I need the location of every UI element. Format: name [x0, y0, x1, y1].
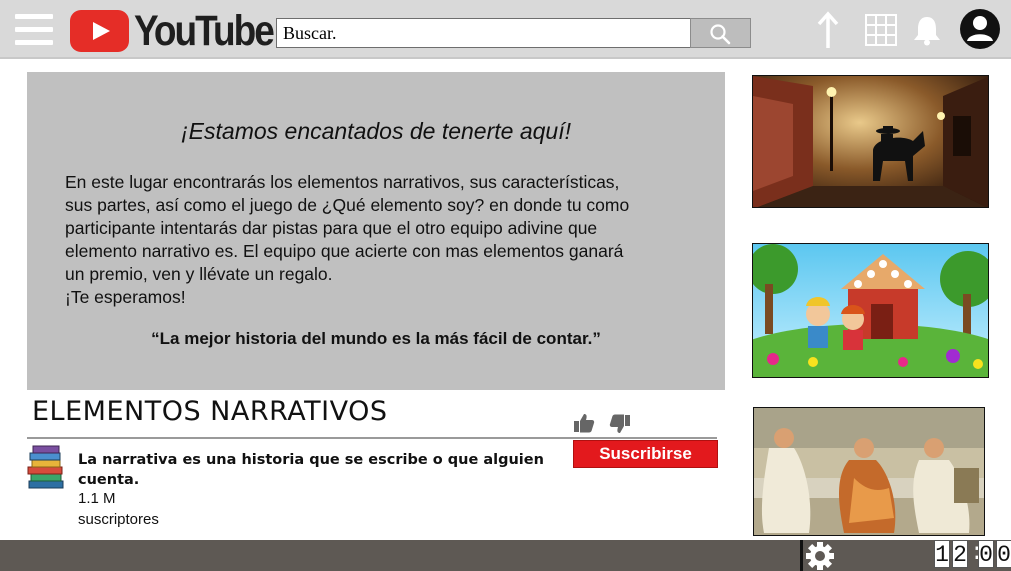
- upload-arrow-icon[interactable]: [813, 10, 843, 50]
- search-input[interactable]: [276, 18, 691, 48]
- apps-grid-icon[interactable]: [865, 14, 897, 46]
- clock: 1 2 : 0 0: [934, 540, 1011, 569]
- books-icon[interactable]: [25, 444, 67, 490]
- bottom-separator: [800, 540, 803, 571]
- logo-text: YouTube: [134, 6, 275, 55]
- banner-title: ¡Estamos encantados de tenerte aquí!: [181, 118, 571, 144]
- youtube-logo[interactable]: YouTube: [70, 6, 275, 55]
- banner-line: ¡Te esperamos!: [65, 287, 186, 307]
- bottom-bar: [0, 540, 1011, 571]
- banner-line: En este lugar encontrarás los elementos …: [65, 172, 620, 192]
- clock-digit: 0: [978, 540, 994, 568]
- thumbnail-gingerbread-house[interactable]: [752, 243, 989, 378]
- thumbnail-night-rider[interactable]: [752, 75, 989, 208]
- bell-icon[interactable]: [912, 14, 942, 46]
- banner-line: participante intentarás dar pistas para …: [65, 218, 598, 238]
- banner-body: En este lugar encontrarás los elementos …: [65, 171, 685, 309]
- banner-line: sus partes, así como el juego de ¿Qué el…: [65, 195, 630, 215]
- video-title: ELEMENTOS NARRATIVOS: [32, 396, 388, 427]
- play-logo-icon: [70, 10, 129, 52]
- welcome-banner: ¡Estamos encantados de tenerte aquí! En …: [27, 72, 725, 390]
- menu-icon[interactable]: [15, 14, 53, 46]
- subscribe-button[interactable]: Suscribirse: [573, 440, 718, 468]
- banner-line: un premio, ven y llévate un regalo.: [65, 264, 333, 284]
- search-button[interactable]: [690, 18, 751, 48]
- banner-line: elemento narrativo es. El equipo que aci…: [65, 241, 624, 261]
- account-icon[interactable]: [959, 8, 1001, 50]
- channel-description: La narrativa es una historia que se escr…: [78, 452, 544, 488]
- clock-digit: 0: [996, 540, 1011, 568]
- banner-quote: “La mejor historia del mundo es la más f…: [151, 329, 601, 348]
- thumbnail-classical-painting[interactable]: [753, 407, 985, 536]
- subscriber-count: 1.1 M: [78, 490, 116, 507]
- clock-separator: :: [970, 540, 984, 566]
- divider: [27, 437, 717, 439]
- search-icon: [710, 24, 731, 45]
- thumbs-down-icon[interactable]: [609, 413, 631, 435]
- clock-digit: 1: [934, 540, 950, 568]
- gear-icon[interactable]: [804, 541, 836, 571]
- thumbs-up-icon[interactable]: [573, 412, 595, 434]
- top-bar: YouTube: [0, 0, 1011, 59]
- subscriber-label: suscriptores: [78, 511, 159, 528]
- clock-digit: 2: [952, 540, 968, 568]
